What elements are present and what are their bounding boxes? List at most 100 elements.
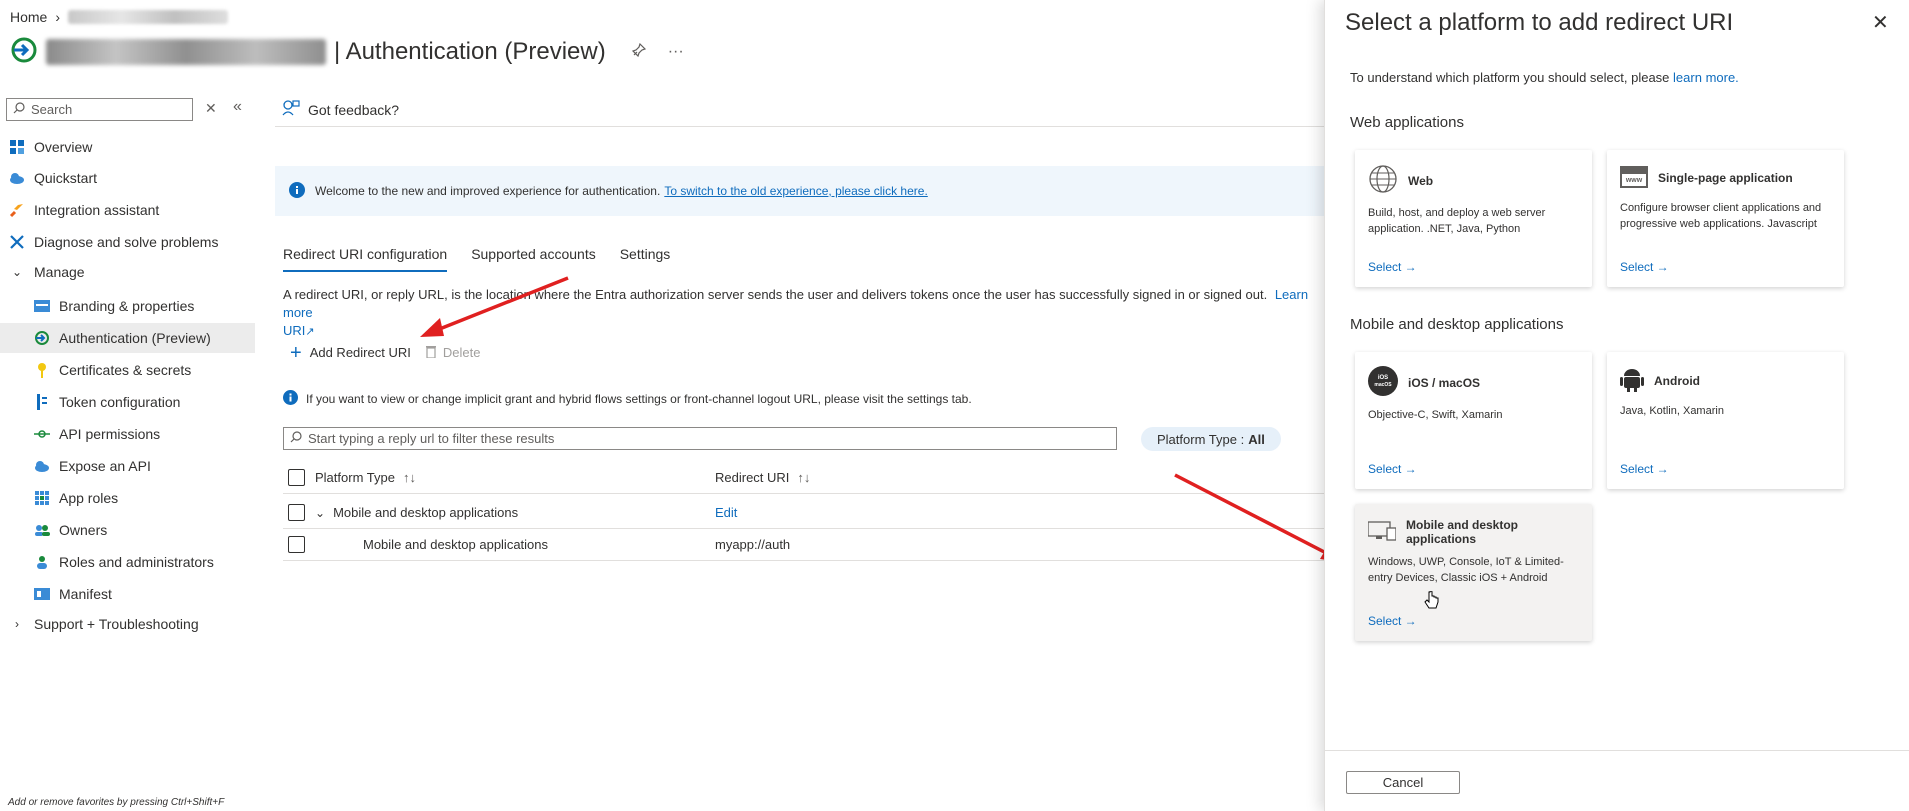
- sidebar-item-label: Branding & properties: [59, 298, 195, 314]
- switch-old-experience-link[interactable]: To switch to the old experience, please …: [664, 184, 927, 198]
- redirect-filter-input[interactable]: Start typing a reply url to filter these…: [283, 427, 1117, 450]
- sidebar-item-certificates[interactable]: Certificates & secrets: [0, 355, 255, 385]
- sidebar-item-token-config[interactable]: Token configuration: [0, 387, 255, 417]
- sidebar-item-label: Integration assistant: [34, 202, 160, 218]
- platform-filter-label: Platform Type :: [1157, 431, 1245, 447]
- redirect-description: A redirect URI, or reply URL, is the loc…: [283, 286, 1328, 341]
- sidebar-item-manifest[interactable]: Manifest: [0, 579, 255, 609]
- sidebar-item-app-roles[interactable]: App roles: [0, 483, 255, 513]
- sidebar-item-roles-admins[interactable]: Roles and administrators: [0, 547, 255, 577]
- pin-icon[interactable]: [631, 42, 646, 60]
- platform-card-android[interactable]: Android Java, Kotlin, Xamarin Select →: [1607, 352, 1844, 489]
- settings-info-text: If you want to view or change implicit g…: [306, 392, 972, 406]
- section-web-applications: Web applications: [1350, 114, 1464, 131]
- close-icon[interactable]: ✕: [1872, 10, 1889, 35]
- manifest-icon: [33, 585, 51, 603]
- sidebar-search-input[interactable]: Search: [6, 98, 193, 121]
- card-description: Objective-C, Swift, Xamarin: [1368, 409, 1503, 421]
- android-icon: [1620, 366, 1644, 395]
- learn-more-link[interactable]: learn more.: [1673, 70, 1739, 85]
- feedback-button[interactable]: Got feedback?: [282, 100, 399, 119]
- info-icon: [283, 390, 298, 408]
- svg-text:iOS: iOS: [1378, 375, 1388, 381]
- breadcrumb-app-name-redacted[interactable]: [68, 10, 229, 24]
- select-link[interactable]: Select →: [1368, 614, 1417, 628]
- cloud-icon: [8, 169, 26, 187]
- filter-placeholder: Start typing a reply url to filter these…: [308, 431, 555, 446]
- sidebar-item-api-permissions[interactable]: API permissions: [0, 419, 255, 449]
- chevron-right-icon: ›: [15, 617, 19, 631]
- select-link[interactable]: Select →: [1368, 462, 1417, 476]
- sidebar-item-label: Manifest: [59, 586, 112, 602]
- platform-cell: Mobile and desktop applications: [363, 537, 549, 552]
- platform-filter-value: All: [1248, 431, 1265, 447]
- sidebar-item-diagnose[interactable]: Diagnose and solve problems: [0, 227, 255, 257]
- platform-card-spa[interactable]: www Single-page application Configure br…: [1607, 150, 1844, 287]
- sidebar-item-label: Diagnose and solve problems: [34, 234, 219, 250]
- breadcrumb-home-link[interactable]: Home: [10, 9, 47, 25]
- select-link[interactable]: Select →: [1368, 260, 1417, 274]
- group-toggle[interactable]: ⌄ Mobile and desktop applications: [315, 505, 518, 520]
- platform-type-filter[interactable]: Platform Type : All: [1141, 427, 1281, 451]
- search-icon: [13, 102, 25, 117]
- chevron-down-icon: ⌄: [11, 265, 23, 279]
- sidebar-item-label: Expose an API: [59, 458, 151, 474]
- sidebar-group-manage[interactable]: ⌄ Manage: [0, 257, 255, 287]
- settings-info: If you want to view or change implicit g…: [283, 390, 972, 408]
- panel-footer-divider: [1325, 750, 1909, 751]
- tab-settings[interactable]: Settings: [620, 246, 671, 272]
- column-platform-type[interactable]: Platform Type ↑↓: [315, 470, 416, 485]
- column-redirect-uri[interactable]: Redirect URI ↑↓: [715, 470, 810, 485]
- sort-icon: ↑↓: [402, 470, 416, 485]
- card-description: Build, host, and deploy a web server app…: [1368, 207, 1546, 235]
- platform-card-mobile-desktop[interactable]: Mobile and desktop applications Windows,…: [1355, 504, 1592, 641]
- collapse-sidebar-icon[interactable]: «: [233, 98, 242, 116]
- wrench-icon: [8, 233, 26, 251]
- person-icon: [33, 553, 51, 571]
- sidebar-search-placeholder: Search: [31, 102, 73, 117]
- select-link[interactable]: Select →: [1620, 260, 1669, 274]
- card-title: Web: [1408, 173, 1434, 188]
- desktop-icon: [1367, 520, 1397, 545]
- learn-more-link-cont[interactable]: URI: [283, 323, 305, 338]
- sidebar-item-label: API permissions: [59, 426, 161, 442]
- panel-title: Select a platform to add redirect URI: [1345, 9, 1734, 36]
- pointer-cursor-icon: [1424, 590, 1440, 614]
- select-link[interactable]: Select →: [1620, 462, 1669, 476]
- platform-card-ios[interactable]: iOS macOS iOS / macOS Objective-C, Swift,…: [1355, 352, 1592, 489]
- row-checkbox[interactable]: [288, 536, 305, 553]
- page-header: | Authentication (Preview) ···: [10, 36, 684, 67]
- sidebar-item-quickstart[interactable]: Quickstart: [0, 163, 255, 193]
- svg-text:www: www: [1625, 177, 1643, 184]
- tab-supported-accounts[interactable]: Supported accounts: [471, 246, 596, 272]
- panel-intro-text: To understand which platform you should …: [1350, 70, 1670, 85]
- tab-redirect-uri-config[interactable]: Redirect URI configuration: [283, 246, 448, 272]
- delete-button[interactable]: Delete: [425, 344, 480, 361]
- select-all-checkbox[interactable]: [288, 469, 305, 486]
- cancel-button[interactable]: Cancel: [1346, 771, 1460, 794]
- card-description: Java, Kotlin, Xamarin: [1620, 405, 1724, 417]
- trash-icon: [425, 344, 437, 361]
- sidebar-item-owners[interactable]: Owners: [0, 515, 255, 545]
- card-title: Android: [1654, 373, 1700, 388]
- sidebar-group-support[interactable]: › Support + Troubleshooting: [0, 609, 255, 639]
- more-options-icon[interactable]: ···: [668, 43, 684, 61]
- authentication-icon: [33, 329, 51, 347]
- sidebar-item-label: Token configuration: [59, 394, 181, 410]
- add-redirect-uri-button[interactable]: + Add Redirect URI: [290, 343, 411, 363]
- platform-card-web[interactable]: Web Build, host, and deploy a web server…: [1355, 150, 1592, 287]
- sidebar-item-label: App roles: [59, 490, 119, 506]
- divider: [275, 126, 1325, 127]
- sidebar-item-integration-assistant[interactable]: Integration assistant: [0, 195, 255, 225]
- sidebar-item-overview[interactable]: Overview: [0, 132, 255, 162]
- chevron-down-icon: ⌄: [315, 505, 326, 520]
- sort-icon: ↑↓: [797, 470, 811, 485]
- edit-link[interactable]: Edit: [715, 505, 737, 520]
- feedback-icon: [282, 100, 300, 119]
- sidebar-item-authentication[interactable]: Authentication (Preview): [0, 323, 255, 353]
- sidebar-item-branding[interactable]: Branding & properties: [0, 291, 255, 321]
- info-banner: Welcome to the new and improved experien…: [275, 166, 1325, 216]
- row-checkbox[interactable]: [288, 504, 305, 521]
- clear-search-icon[interactable]: ✕: [205, 100, 217, 117]
- sidebar-item-expose-api[interactable]: Expose an API: [0, 451, 255, 481]
